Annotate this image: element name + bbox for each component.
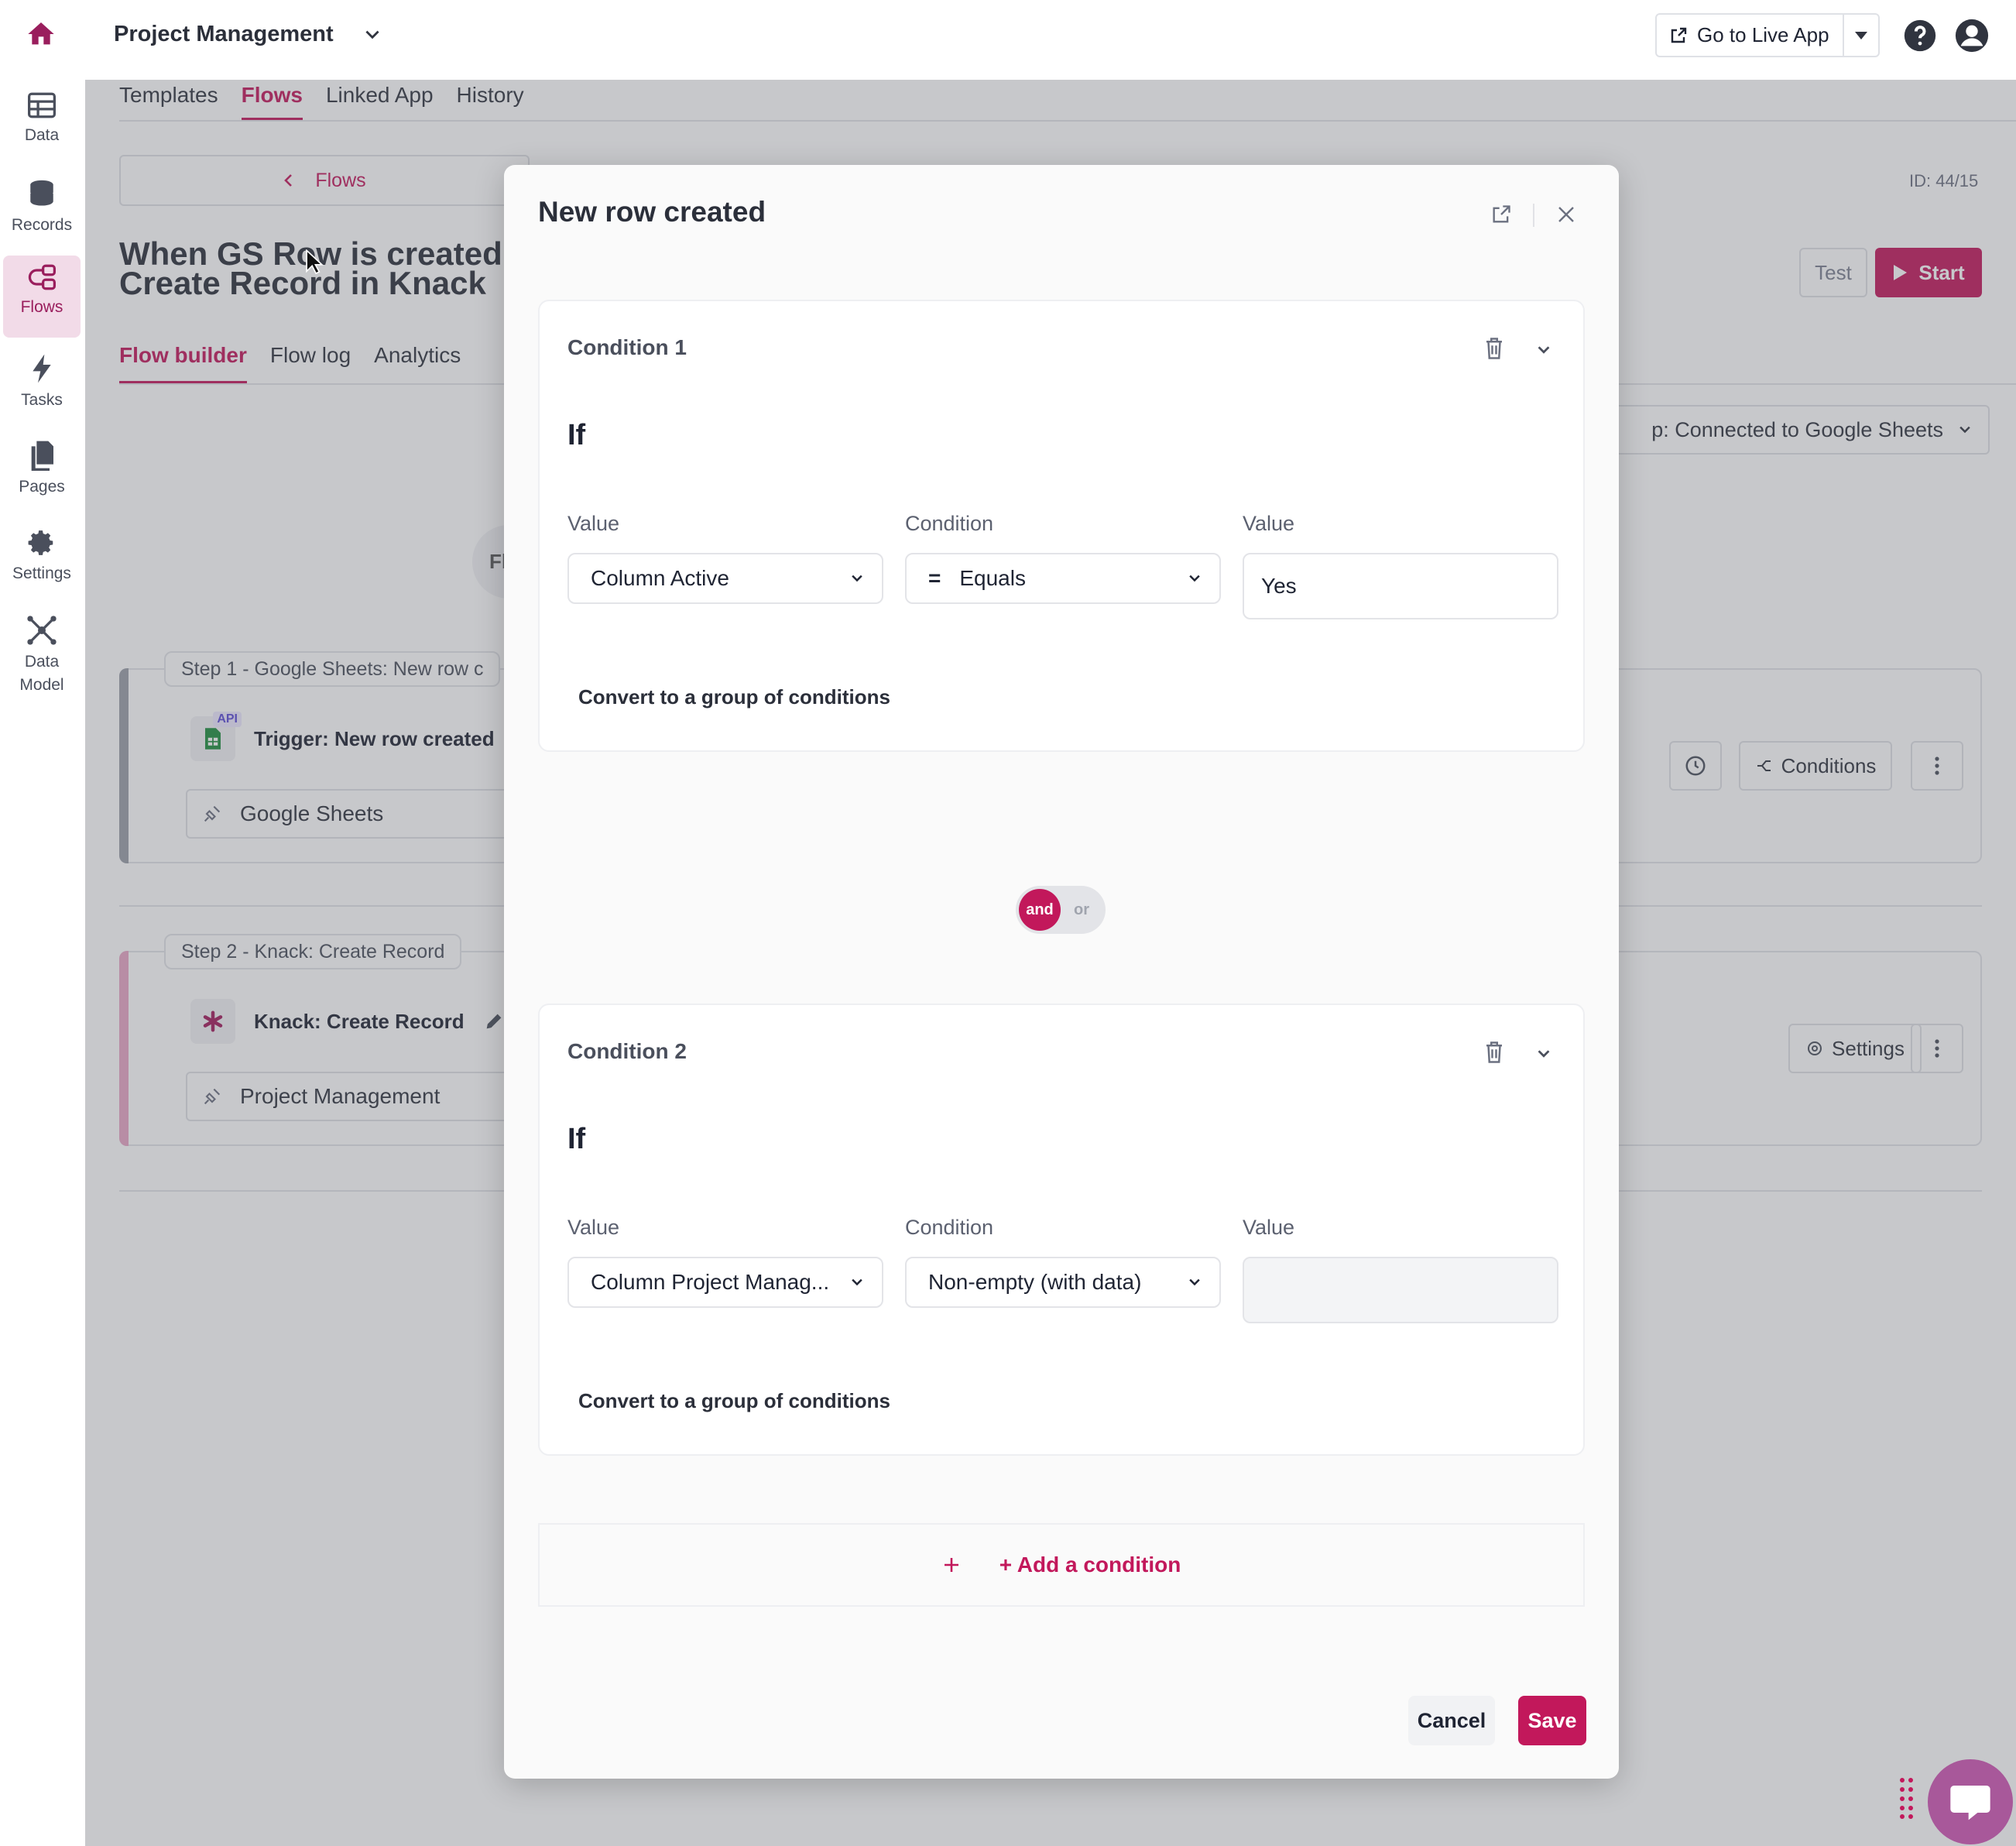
app-title[interactable]: Project Management: [114, 22, 334, 47]
nav-item-flows[interactable]: Flows: [3, 256, 81, 338]
conditions-modal: New row created Condition 1 If Value Con…: [504, 165, 1619, 1779]
nav-item-tasks[interactable]: Tasks: [3, 345, 81, 412]
convert-to-group-link[interactable]: Convert to a group of conditions: [578, 1389, 890, 1413]
add-condition-button[interactable]: + Add a condition: [538, 1523, 1585, 1607]
pages-icon: [31, 441, 53, 471]
help-icon[interactable]: [1903, 19, 1937, 53]
operator-symbol: =: [928, 566, 941, 590]
live-app-group: Go to Live App: [1655, 13, 1880, 57]
chevron-down-icon: [1189, 1278, 1200, 1286]
chat-icon: [1950, 1786, 1990, 1820]
value-select[interactable]: Column Project Manag...: [567, 1257, 883, 1308]
chevron-down-icon: [852, 1278, 862, 1286]
go-to-live-app-button[interactable]: Go to Live App: [1657, 15, 1844, 56]
nav-item-pages[interactable]: Pages: [3, 432, 81, 499]
modal-title: New row created: [538, 196, 766, 228]
value-input[interactable]: [1243, 1257, 1558, 1323]
open-in-new-icon[interactable]: [1490, 204, 1512, 225]
chevron-down-icon[interactable]: [1535, 341, 1552, 359]
cancel-button[interactable]: Cancel: [1408, 1696, 1495, 1745]
condition-title: Condition 2: [567, 1039, 687, 1063]
mouse-cursor-icon: [305, 249, 324, 276]
condition-select[interactable]: Non-empty (with data): [905, 1257, 1221, 1308]
if-label: If: [567, 419, 586, 451]
chevron-down-icon[interactable]: [1535, 1045, 1552, 1062]
divider: [1533, 204, 1534, 227]
live-app-dropdown[interactable]: [1844, 30, 1878, 41]
external-link-icon: [1671, 27, 1687, 43]
user-avatar-icon[interactable]: [1954, 18, 1990, 53]
condition-card-2: Condition 2 If Value Condition Value Col…: [538, 1004, 1585, 1456]
condition-label: Condition: [905, 1216, 994, 1239]
condition-title: Condition 1: [567, 335, 687, 359]
nav-item-settings[interactable]: Settings: [3, 520, 81, 585]
and-option[interactable]: and: [1019, 889, 1061, 931]
chat-launcher-button[interactable]: [1928, 1759, 2013, 1844]
trash-icon[interactable]: [1484, 1041, 1504, 1064]
home-icon[interactable]: [26, 19, 57, 50]
value-label: Value: [1243, 1216, 1295, 1239]
value-label: Value: [1243, 512, 1295, 535]
drag-handle-icon[interactable]: [1898, 1776, 1915, 1820]
plus-icon: [944, 1558, 958, 1572]
chevron-down-icon[interactable]: [362, 25, 382, 45]
flows-icon: [28, 264, 56, 290]
nav-item-records[interactable]: Records: [3, 170, 81, 237]
trash-icon[interactable]: [1484, 337, 1504, 360]
save-button[interactable]: Save: [1518, 1696, 1586, 1745]
caret-down-icon: [1855, 31, 1867, 39]
database-icon: [30, 180, 53, 206]
top-header: Project Management Go to Live App: [85, 0, 2016, 80]
if-label: If: [567, 1123, 586, 1155]
or-option[interactable]: or: [1061, 901, 1102, 919]
condition-select[interactable]: = Equals: [905, 553, 1221, 604]
nav-rail: Data Records Flows Tasks Pages Settings …: [0, 0, 85, 1846]
chevron-down-icon: [1189, 575, 1200, 582]
value-label: Value: [567, 512, 620, 535]
chevron-down-icon: [852, 575, 862, 582]
bolt-icon: [33, 354, 51, 383]
close-icon[interactable]: [1557, 205, 1575, 224]
nav-item-data[interactable]: Data: [3, 84, 81, 147]
nav-item-data-model[interactable]: Data Model: [3, 607, 81, 697]
convert-to-group-link[interactable]: Convert to a group of conditions: [578, 685, 890, 709]
and-or-toggle[interactable]: and or: [1016, 886, 1106, 934]
value-input[interactable]: Yes: [1243, 553, 1558, 619]
condition-card-1: Condition 1 If Value Condition Value Col…: [538, 300, 1585, 752]
value-select[interactable]: Column Active: [567, 553, 883, 604]
table-icon: [28, 92, 56, 118]
condition-label: Condition: [905, 512, 994, 535]
gear-icon: [28, 530, 53, 555]
value-label: Value: [567, 1216, 620, 1239]
graph-icon: [27, 616, 57, 645]
